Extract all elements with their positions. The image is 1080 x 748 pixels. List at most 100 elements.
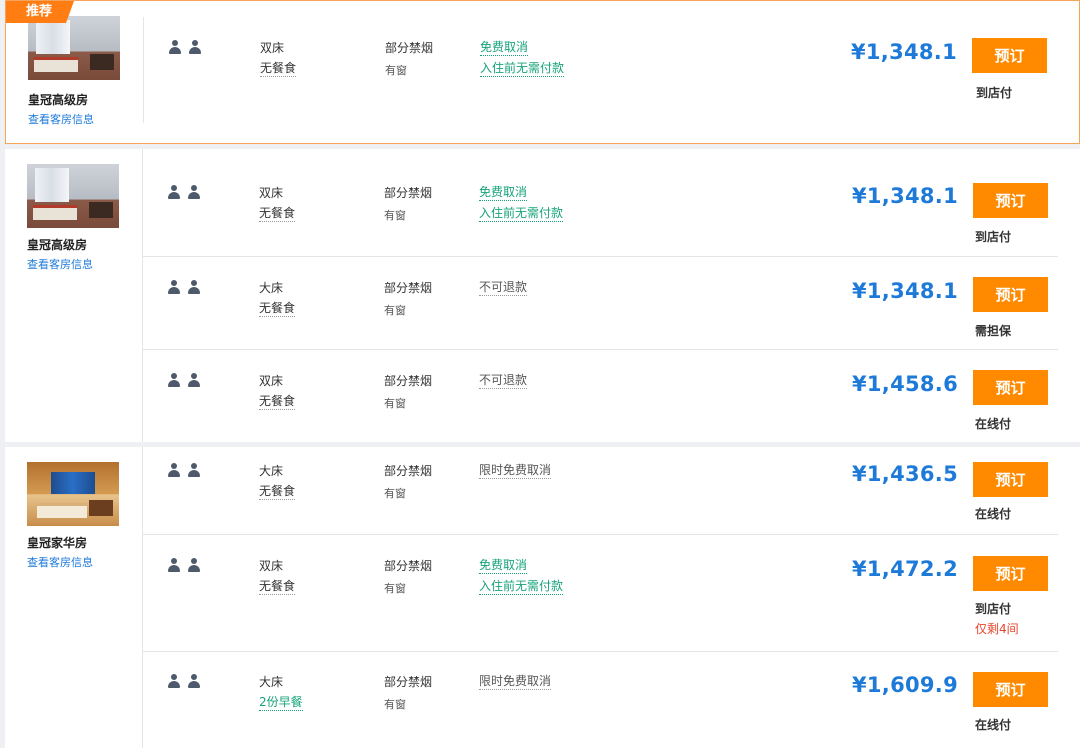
cancel-policy[interactable]: 免费取消 (480, 39, 529, 56)
window-info: 有窗 (385, 64, 407, 77)
book-button[interactable]: 预订 (973, 672, 1048, 707)
meal-plan[interactable]: 无餐食 (260, 60, 297, 77)
guest-capacity (168, 185, 202, 199)
payment-type: 到店付 (975, 230, 1012, 244)
smoking-policy: 部分禁烟 (384, 374, 433, 388)
room-photo[interactable] (27, 164, 119, 228)
smoking-policy: 部分禁烟 (384, 675, 433, 689)
person-icon (168, 373, 180, 387)
bed-type: 大床 (259, 281, 284, 295)
person-icon (188, 185, 200, 199)
room-block-recommended: 皇冠高级房 查看客房信息 推荐 双床 无餐食 部分禁烟 有窗 免费取消 入住前无… (5, 0, 1080, 144)
room-info: 皇冠家华房 查看客房信息 (5, 447, 142, 748)
price: ¥1,348.1 (851, 184, 958, 208)
price: ¥1,348.1 (851, 279, 958, 303)
room-photo[interactable] (27, 462, 119, 526)
guest-capacity (168, 674, 202, 688)
view-room-info-link[interactable]: 查看客房信息 (27, 256, 93, 272)
person-icon (188, 373, 200, 387)
rooms-left-notice: 仅剩4间 (975, 622, 1019, 636)
guest-capacity (168, 373, 202, 387)
window-info: 有窗 (384, 698, 406, 711)
smoking-policy: 部分禁烟 (385, 41, 434, 55)
bed-type: 双床 (260, 41, 285, 55)
person-icon (188, 558, 200, 572)
meal-plan[interactable]: 无餐食 (259, 578, 296, 595)
meal-plan[interactable]: 无餐食 (259, 300, 296, 317)
window-info: 有窗 (384, 397, 406, 410)
price: ¥1,458.6 (851, 372, 958, 396)
room-block: 皇冠高级房 查看客房信息 双床 无餐食 部分禁烟 有窗 免费取消 入住前无需付款… (5, 149, 1080, 442)
book-button[interactable]: 预订 (973, 462, 1048, 497)
room-info: 皇冠高级房 查看客房信息 (5, 149, 142, 442)
person-icon (188, 674, 200, 688)
person-icon (168, 185, 180, 199)
rate-row: 双床 无餐食 部分禁烟 有窗 免费取消 入住前无需付款 ¥1,348.1 预订 … (144, 18, 1057, 128)
window-info: 有窗 (384, 209, 406, 222)
room-block: 皇冠家华房 查看客房信息 大床 无餐食 部分禁烟 有窗 限时免费取消 ¥1,43… (5, 447, 1080, 748)
person-icon (189, 40, 201, 54)
room-name: 皇冠家华房 (27, 536, 88, 550)
person-icon (168, 463, 180, 477)
person-icon (168, 280, 180, 294)
cancel-policy[interactable]: 限时免费取消 (479, 462, 552, 479)
meal-plan[interactable]: 2份早餐 (259, 694, 303, 711)
smoking-policy: 部分禁烟 (384, 464, 433, 478)
view-room-info-link[interactable]: 查看客房信息 (28, 111, 94, 127)
price: ¥1,436.5 (851, 462, 958, 486)
meal-plan[interactable]: 无餐食 (259, 483, 296, 500)
room-photo[interactable] (28, 16, 120, 80)
smoking-policy: 部分禁烟 (384, 186, 433, 200)
smoking-policy: 部分禁烟 (384, 559, 433, 573)
price: ¥1,348.1 (850, 40, 957, 64)
cancel-policy[interactable]: 免费取消 (479, 557, 528, 574)
cancel-policy[interactable]: 不可退款 (479, 279, 528, 296)
room-name: 皇冠高级房 (28, 93, 89, 107)
payment-type: 需担保 (975, 324, 1012, 338)
meal-plan[interactable]: 无餐食 (259, 205, 296, 222)
book-button[interactable]: 预订 (973, 277, 1048, 312)
rate-row: 双床 无餐食 部分禁烟 有窗 免费取消 入住前无需付款 ¥1,472.2 预订 … (143, 534, 1058, 652)
cancel-note[interactable]: 入住前无需付款 (479, 205, 564, 222)
rate-row: 大床 无餐食 部分禁烟 有窗 限时免费取消 ¥1,436.5 预订 在线付 (143, 447, 1058, 534)
payment-type: 在线付 (975, 718, 1012, 732)
bed-type: 双床 (259, 374, 284, 388)
guest-capacity (168, 558, 202, 572)
meal-plan[interactable]: 无餐食 (259, 393, 296, 410)
window-info: 有窗 (384, 582, 406, 595)
price: ¥1,609.9 (851, 673, 958, 697)
person-icon (168, 674, 180, 688)
person-icon (188, 280, 200, 294)
rate-row: 大床 2份早餐 部分禁烟 有窗 限时免费取消 ¥1,609.9 预订 在线付 (143, 651, 1058, 748)
cancel-policy[interactable]: 限时免费取消 (479, 673, 552, 690)
payment-type: 到店付 (976, 86, 1013, 100)
cancel-note[interactable]: 入住前无需付款 (480, 60, 565, 77)
bed-type: 双床 (259, 186, 284, 200)
book-button[interactable]: 预订 (973, 556, 1048, 591)
book-button[interactable]: 预订 (972, 38, 1047, 73)
price: ¥1,472.2 (851, 557, 958, 581)
guest-capacity (169, 40, 203, 54)
bed-type: 大床 (259, 675, 284, 689)
window-info: 有窗 (384, 304, 406, 317)
guest-capacity (168, 280, 202, 294)
payment-type: 到店付 (975, 602, 1012, 616)
book-button[interactable]: 预订 (973, 370, 1048, 405)
cancel-policy[interactable]: 不可退款 (479, 372, 528, 389)
guest-capacity (168, 463, 202, 477)
cancel-note[interactable]: 入住前无需付款 (479, 578, 564, 595)
person-icon (168, 558, 180, 572)
bed-type: 大床 (259, 464, 284, 478)
payment-type: 在线付 (975, 507, 1012, 521)
rate-row: 大床 无餐食 部分禁烟 有窗 不可退款 ¥1,348.1 预订 需担保 (143, 256, 1058, 350)
window-info: 有窗 (384, 487, 406, 500)
rate-row: 双床 无餐食 部分禁烟 有窗 不可退款 ¥1,458.6 预订 在线付 (143, 349, 1058, 442)
view-room-info-link[interactable]: 查看客房信息 (27, 554, 93, 570)
payment-type: 在线付 (975, 417, 1012, 431)
room-name: 皇冠高级房 (27, 238, 88, 252)
person-icon (169, 40, 181, 54)
cancel-policy[interactable]: 免费取消 (479, 184, 528, 201)
rate-row: 双床 无餐食 部分禁烟 有窗 免费取消 入住前无需付款 ¥1,348.1 预订 … (143, 149, 1058, 256)
smoking-policy: 部分禁烟 (384, 281, 433, 295)
book-button[interactable]: 预订 (973, 183, 1048, 218)
